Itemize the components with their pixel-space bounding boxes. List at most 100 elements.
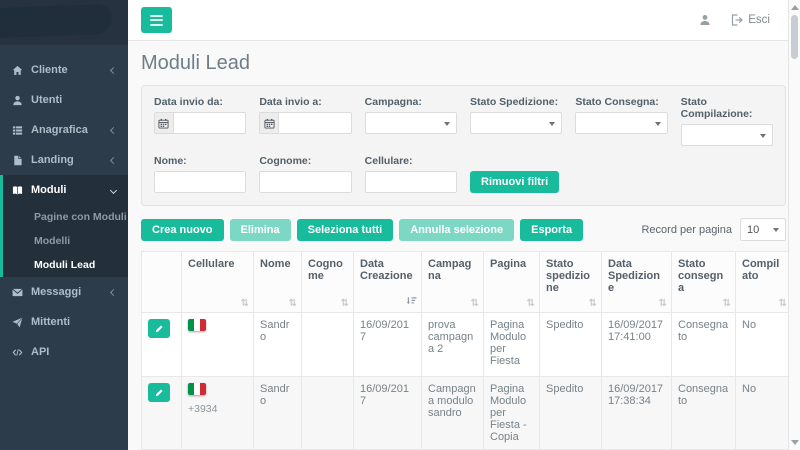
chevron-down-icon	[110, 186, 117, 193]
column-header-label: Stato consegna	[678, 258, 723, 294]
remove-filters-button[interactable]: Rimuovi filtri	[470, 171, 559, 193]
table-row: +3934Sandro16/09/2017Campagna modulo san…	[142, 377, 792, 450]
nome-input[interactable]	[154, 171, 246, 193]
chevron-left-icon	[110, 156, 117, 163]
sidebar-item-utenti[interactable]: Utenti	[0, 85, 128, 115]
filter-label: Nome:	[154, 155, 246, 167]
sidebar-item-label: Moduli	[31, 184, 103, 196]
filter-nome: Nome:	[154, 155, 246, 193]
main-content: Moduli Lead Data invio da: Data invio a:…	[128, 41, 786, 450]
records-per-page: Record per pagina 10	[641, 218, 786, 241]
edit-button[interactable]	[148, 383, 170, 402]
stato-spedizione-cell: Spedito	[540, 377, 602, 450]
esporta-button[interactable]: Esporta	[520, 219, 583, 241]
campagna-select[interactable]	[365, 112, 457, 134]
sidebar-item-label: Cliente	[31, 64, 103, 76]
column-header-actions	[142, 252, 182, 313]
column-header-data-creazione[interactable]: Data Creazione	[354, 252, 422, 313]
scroll-up-arrow[interactable]	[791, 5, 799, 10]
column-header-cellulare[interactable]: Cellulare⇅	[182, 252, 254, 313]
records-per-page-select[interactable]: 10	[740, 218, 786, 241]
column-header-label: Cellulare	[188, 258, 234, 270]
pencil-icon	[155, 388, 164, 397]
vertical-scrollbar[interactable]	[788, 0, 800, 450]
filter-data-invio-da: Data invio da:	[154, 96, 246, 146]
caret-down-icon	[549, 122, 555, 126]
edit-button[interactable]	[148, 319, 170, 338]
user-icon[interactable]	[699, 14, 711, 26]
calendar-icon	[154, 112, 173, 134]
column-header-stato-consegna[interactable]: Stato consegna⇅	[672, 252, 736, 313]
caret-down-icon	[773, 228, 779, 232]
scrollbar-thumb[interactable]	[791, 15, 798, 59]
cellulare-cell	[182, 313, 254, 377]
column-header-campagna[interactable]: Campagna⇅	[422, 252, 484, 313]
sort-desc-icon	[406, 295, 417, 309]
sidebar-item-moduli[interactable]: Moduli	[3, 175, 128, 205]
logout-link[interactable]: Esci	[731, 14, 770, 26]
sidebar-item-mittenti[interactable]: Mittenti	[0, 307, 128, 337]
caret-down-icon	[760, 134, 766, 138]
seleziona-tutti-button[interactable]: Seleziona tutti	[297, 219, 394, 241]
logout-label: Esci	[748, 14, 770, 26]
sidebar: Cliente UtentiAnagraficaLanding Moduli Pagi…	[0, 0, 128, 450]
pagina-cell: Pagina Modulo per Fiesta - Copia	[484, 377, 540, 450]
send-icon	[12, 317, 23, 328]
column-header-pagina[interactable]: Pagina⇅	[484, 252, 540, 313]
filter-label: Cellulare:	[365, 155, 457, 167]
column-header-stato-spedizione[interactable]: Stato spedizione⇅	[540, 252, 602, 313]
chevron-left-icon	[110, 126, 117, 133]
data-invio-da-input[interactable]	[173, 112, 247, 134]
data-invio-a-input[interactable]	[278, 112, 352, 134]
filter-panel: Data invio da: Data invio a: Campagna: S…	[141, 85, 786, 206]
phone-number: +3934	[188, 403, 247, 415]
sidebar-item-landing[interactable]: Landing	[0, 145, 128, 175]
sort-icon: ⇅	[779, 298, 787, 309]
filter-label: Stato Consegna:	[575, 96, 667, 108]
nome-cell: Sandro	[254, 377, 302, 450]
column-header-label: Stato spedizione	[546, 258, 590, 294]
sort-icon: ⇅	[723, 298, 731, 309]
sidebar-item-label: Messaggi	[31, 286, 103, 298]
sidebar-toggle-button[interactable]	[141, 7, 172, 33]
scroll-down-arrow[interactable]	[791, 440, 799, 445]
page-title: Moduli Lead	[141, 52, 786, 75]
column-header-data-spedizione[interactable]: Data Spedizione⇅	[602, 252, 672, 313]
italy-flag-icon	[188, 383, 206, 395]
toolbar-buttons: Crea nuovo Elimina Seleziona tuttiAnnulla …	[141, 219, 589, 241]
table-icon	[12, 125, 23, 136]
topbar-right: Esci	[699, 14, 800, 26]
column-header-cognome[interactable]: Cognome⇅	[302, 252, 354, 313]
logo-area	[0, 0, 128, 45]
sidebar-subitem-pagine-con-moduli[interactable]: Pagine con Moduli	[3, 205, 128, 229]
sidebar-subitem-moduli-lead[interactable]: Moduli Lead	[3, 253, 128, 277]
book-icon	[12, 185, 23, 196]
sidebar-item-anagrafica[interactable]: Anagrafica	[0, 115, 128, 145]
home-icon	[12, 65, 23, 76]
filter-cognome: Cognome:	[259, 155, 351, 193]
sidebar-subitem-modelli[interactable]: Modelli	[3, 229, 128, 253]
elimina-button[interactable]: Elimina	[230, 219, 291, 241]
annulla-selezione-button[interactable]: Annulla selezione	[399, 219, 514, 241]
table-header-row: Cellulare⇅Nome⇅Cognome⇅Data CreazioneCam…	[142, 252, 792, 313]
stato-spedizione-cell: Spedito	[540, 313, 602, 377]
stato-compilazione-select[interactable]	[681, 124, 773, 146]
stato-consegna-select[interactable]	[575, 112, 667, 134]
stato-spedizione-select[interactable]	[470, 112, 562, 134]
cognome-cell	[302, 313, 354, 377]
filter-cellulare: Cellulare:	[365, 155, 457, 193]
column-header-compilato[interactable]: Compilato⇅	[736, 252, 792, 313]
compilato-cell: No	[736, 377, 792, 450]
cellulare-input[interactable]	[365, 171, 457, 193]
sidebar-item-cliente[interactable]: Cliente	[0, 55, 128, 85]
column-header-nome[interactable]: Nome⇅	[254, 252, 302, 313]
filter-label: Data invio da:	[154, 96, 246, 108]
filter-stato-consegna: Stato Consegna:	[575, 96, 667, 146]
sort-icon: ⇅	[527, 298, 535, 309]
chevron-left-icon	[110, 66, 117, 73]
sidebar-item-api[interactable]: API	[0, 337, 128, 367]
sort-icon: ⇅	[659, 298, 667, 309]
cognome-input[interactable]	[259, 171, 351, 193]
crea-nuovo-button[interactable]: Crea nuovo	[141, 219, 224, 241]
sidebar-item-messaggi[interactable]: Messaggi	[0, 277, 128, 307]
